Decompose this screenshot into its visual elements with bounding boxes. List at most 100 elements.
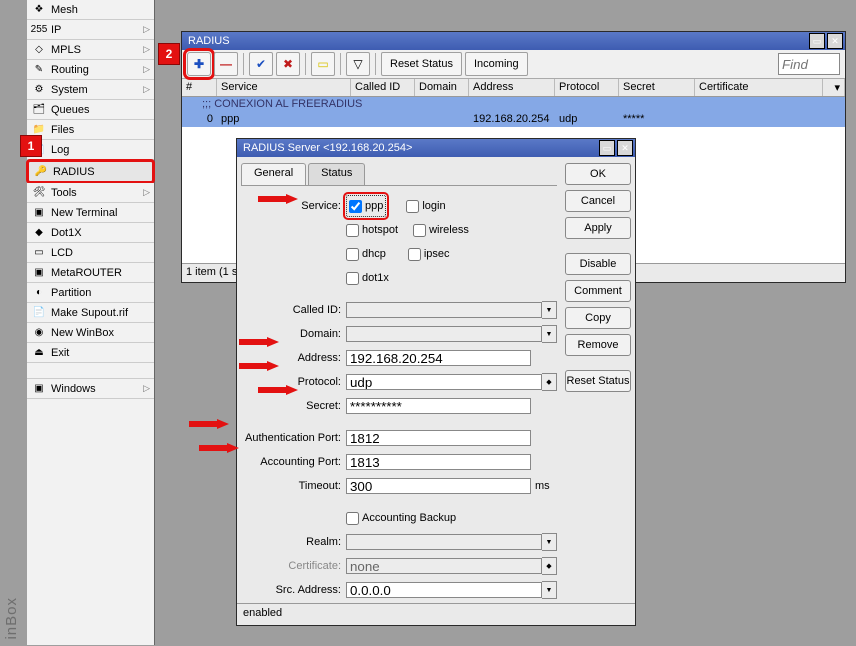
sidebar-item-files[interactable]: 📁Files bbox=[27, 120, 154, 140]
domain-input[interactable] bbox=[346, 326, 542, 342]
sidebar-item-exit[interactable]: ⏏Exit bbox=[27, 343, 154, 363]
rserver-buttons: OK Cancel Apply Disable Comment Copy Rem… bbox=[561, 157, 635, 603]
column-callednid[interactable]: Called ID bbox=[351, 79, 415, 96]
minimize-icon[interactable]: ▭ bbox=[809, 33, 825, 49]
sidebar-item-make-supout.rif[interactable]: 📄Make Supout.rif bbox=[27, 303, 154, 323]
red-arrow-icon bbox=[199, 443, 239, 453]
protocol-dropdown[interactable]: ◆ bbox=[542, 373, 557, 391]
sidebar-item-mesh[interactable]: ❖Mesh bbox=[27, 0, 154, 20]
service-hotspot-checkbox[interactable]: hotspot bbox=[346, 221, 398, 239]
cancel-button[interactable]: Cancel bbox=[565, 190, 631, 212]
certificate-dropdown[interactable]: ◆ bbox=[542, 557, 557, 575]
reset-status-button[interactable]: Reset Status bbox=[381, 52, 462, 76]
called-id-input[interactable] bbox=[346, 302, 542, 318]
comment-button[interactable]: ▭ bbox=[311, 52, 335, 76]
close-icon[interactable]: ✕ bbox=[617, 140, 633, 156]
sidebar-item-radius[interactable]: 🔑RADIUS bbox=[26, 159, 155, 184]
column-address[interactable]: Address bbox=[469, 79, 555, 96]
radius-toolbar: ✚ — ✔ ✖ ▭ ▽ Reset Status Incoming bbox=[182, 50, 845, 79]
column-protocol[interactable]: Protocol bbox=[555, 79, 619, 96]
disable-button[interactable]: ✖ bbox=[276, 52, 300, 76]
sidebar-item-label: Routing bbox=[51, 64, 89, 76]
address-input[interactable] bbox=[346, 350, 531, 366]
column-secret[interactable]: Secret bbox=[619, 79, 695, 96]
reset-status-button[interactable]: Reset Status bbox=[565, 370, 631, 392]
chevron-right-icon: ▷ bbox=[143, 64, 150, 75]
called-id-dropdown[interactable]: ▼ bbox=[542, 301, 557, 319]
sidebar-item-metarouter[interactable]: ▣MetaROUTER bbox=[27, 263, 154, 283]
sidebar-icon: ◐ bbox=[31, 285, 47, 301]
check-icon: ✔ bbox=[256, 57, 266, 71]
rserver-title: RADIUS Server <192.168.20.254> bbox=[243, 139, 412, 157]
note-icon: ▭ bbox=[317, 57, 328, 71]
sidebar-item-dot1x[interactable]: ◆Dot1X bbox=[27, 223, 154, 243]
apply-button[interactable]: Apply bbox=[565, 217, 631, 239]
red-arrow-icon bbox=[239, 337, 279, 347]
label-src-address: Src. Address: bbox=[241, 584, 346, 596]
sidebar-item-label: Dot1X bbox=[51, 227, 82, 239]
sidebar-item-label: New WinBox bbox=[51, 327, 114, 339]
plus-icon: ✚ bbox=[194, 57, 204, 71]
column-domain[interactable]: Domain bbox=[415, 79, 469, 96]
rserver-statusbar: enabled bbox=[237, 603, 635, 623]
column-n[interactable]: # bbox=[182, 79, 217, 96]
remove-button[interactable]: — bbox=[214, 52, 238, 76]
enable-button[interactable]: ✔ bbox=[249, 52, 273, 76]
acct-port-input[interactable] bbox=[346, 454, 531, 470]
tab-status[interactable]: Status bbox=[308, 163, 365, 185]
realm-input[interactable] bbox=[346, 534, 542, 550]
sidebar-item-mpls[interactable]: ◇MPLS▷ bbox=[27, 40, 154, 60]
src-address-input[interactable] bbox=[346, 582, 542, 598]
sidebar-item-partition[interactable]: ◐Partition bbox=[27, 283, 154, 303]
timeout-input[interactable] bbox=[346, 478, 531, 494]
remove-button[interactable]: Remove bbox=[565, 334, 631, 356]
auth-port-input[interactable] bbox=[346, 430, 531, 446]
sidebar-item-new-terminal[interactable]: ▣New Terminal bbox=[27, 203, 154, 223]
sidebar-item-windows[interactable]: ▣Windows▷ bbox=[27, 379, 154, 399]
sidebar-item-tools[interactable]: 🛠Tools▷ bbox=[27, 183, 154, 203]
sidebar-item-lcd[interactable]: ▭LCD bbox=[27, 243, 154, 263]
service-ppp-checkbox[interactable]: ppp bbox=[346, 195, 386, 217]
incoming-button[interactable]: Incoming bbox=[465, 52, 528, 76]
column-certificate[interactable]: Certificate bbox=[695, 79, 823, 96]
column-menu-icon[interactable]: ▾ bbox=[823, 79, 845, 96]
service-dhcp-checkbox[interactable]: dhcp bbox=[346, 245, 386, 263]
service-login-checkbox[interactable]: login bbox=[406, 197, 445, 215]
close-icon[interactable]: ✕ bbox=[827, 33, 843, 49]
label-auth-port: Authentication Port: bbox=[241, 432, 346, 444]
copy-button[interactable]: Copy bbox=[565, 307, 631, 329]
add-button[interactable]: ✚ bbox=[187, 52, 211, 76]
ok-button[interactable]: OK bbox=[565, 163, 631, 185]
secret-input[interactable] bbox=[346, 398, 531, 414]
cell-calledid bbox=[351, 112, 415, 127]
protocol-input[interactable] bbox=[346, 374, 542, 390]
find-input[interactable] bbox=[778, 53, 840, 75]
sidebar-item-routing[interactable]: ✎Routing▷ bbox=[27, 60, 154, 80]
sidebar-item-system[interactable]: ⚙System▷ bbox=[27, 80, 154, 100]
sidebar-item-new-winbox[interactable]: ◉New WinBox bbox=[27, 323, 154, 343]
certificate-input[interactable] bbox=[346, 558, 542, 574]
sidebar-item-log[interactable]: 📄Log bbox=[27, 140, 154, 160]
red-arrow-icon bbox=[189, 419, 229, 429]
sidebar-item-label: LCD bbox=[51, 247, 73, 259]
table-row[interactable]: 0 ppp 192.168.20.254 udp ***** bbox=[182, 112, 845, 127]
sidebar-item-ip[interactable]: 255IP▷ bbox=[27, 20, 154, 40]
column-service[interactable]: Service bbox=[217, 79, 351, 96]
service-wireless-checkbox[interactable]: wireless bbox=[413, 221, 469, 239]
service-dot1x-checkbox[interactable]: dot1x bbox=[346, 269, 389, 287]
sidebar-item-queues[interactable]: 🗂Queues bbox=[27, 100, 154, 120]
sidebar-icon: ⏏ bbox=[31, 345, 47, 361]
domain-dropdown[interactable]: ▼ bbox=[542, 325, 557, 343]
src-address-dropdown[interactable]: ▼ bbox=[542, 581, 557, 599]
callout-1: 1 bbox=[20, 135, 42, 157]
disable-button[interactable]: Disable bbox=[565, 253, 631, 275]
realm-dropdown[interactable]: ▼ bbox=[542, 533, 557, 551]
comment-button[interactable]: Comment bbox=[565, 280, 631, 302]
service-ipsec-checkbox[interactable]: ipsec bbox=[408, 245, 450, 263]
filter-button[interactable]: ▽ bbox=[346, 52, 370, 76]
accounting-backup-checkbox[interactable]: Accounting Backup bbox=[346, 509, 456, 527]
tab-general[interactable]: General bbox=[241, 163, 306, 185]
minimize-icon[interactable]: ▭ bbox=[599, 140, 615, 156]
table-comment-row[interactable]: ;;; CONEXION AL FREERADIUS bbox=[182, 97, 845, 112]
sidebar-icon: ▣ bbox=[31, 205, 47, 221]
